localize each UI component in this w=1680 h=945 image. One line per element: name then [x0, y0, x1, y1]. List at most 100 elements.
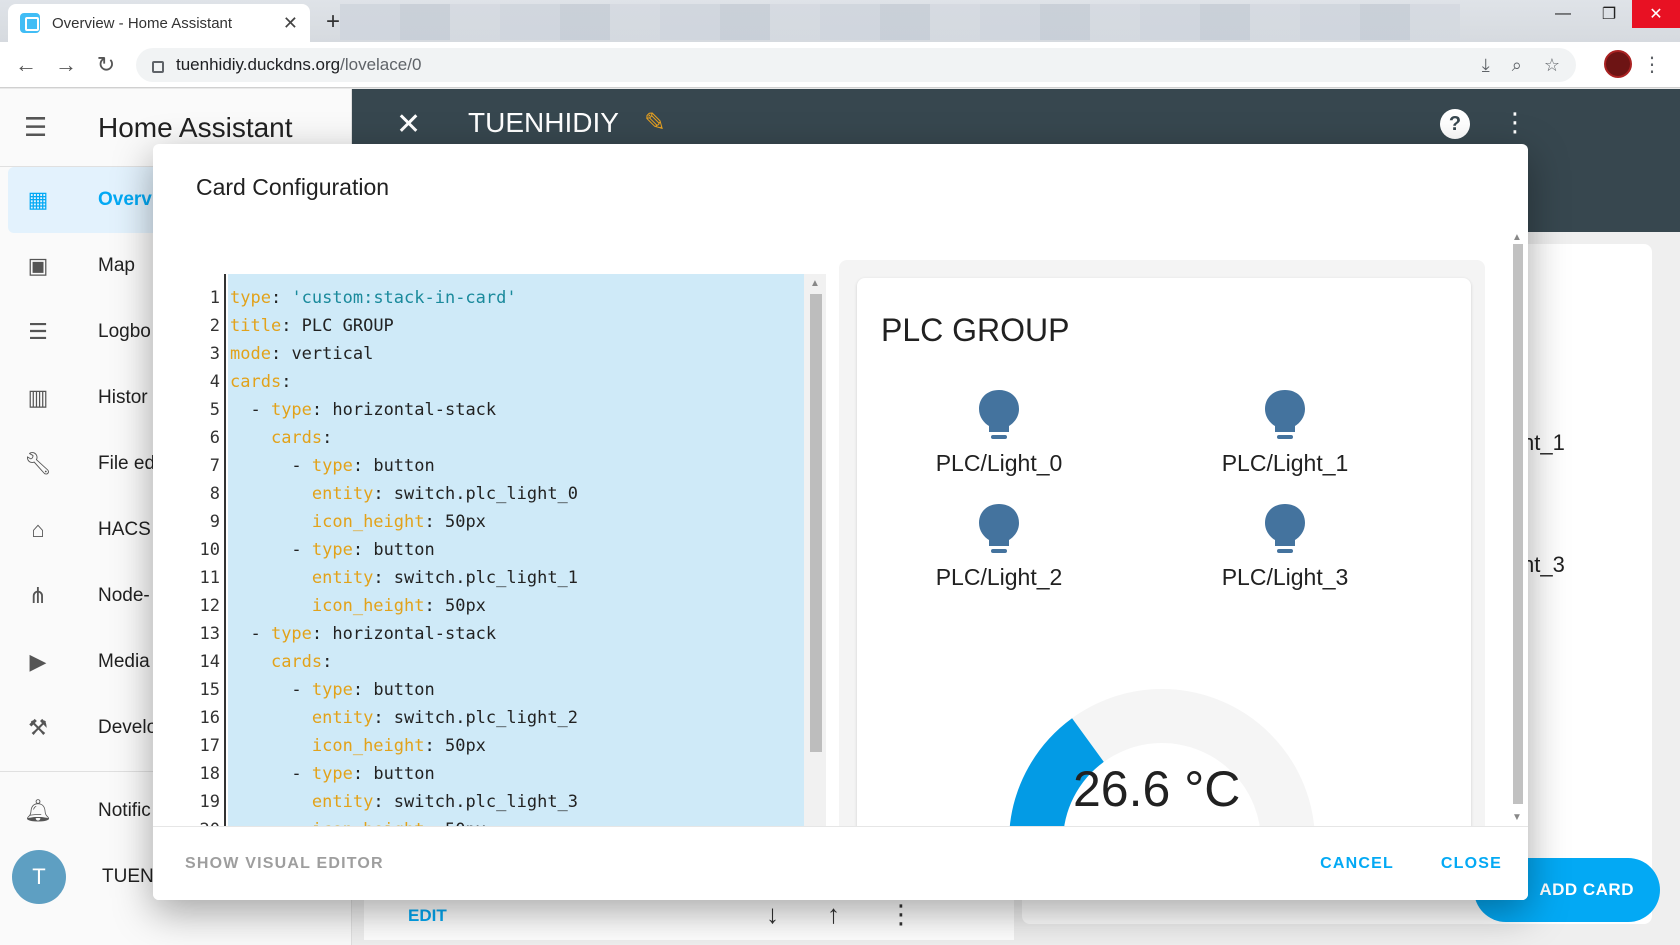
line-number: 14	[199, 652, 220, 672]
yaml-editor[interactable]: 1 type: 'custom:stack-in-card' 2 title: PLC…	[186, 274, 826, 900]
cancel-button[interactable]: CANCEL	[1320, 855, 1394, 873]
yaml-line[interactable]: entity: switch.plc_light_0	[230, 480, 578, 508]
dialog-title: Card Configuration	[196, 174, 390, 200]
yaml-colon: :	[352, 764, 364, 784]
dialog-scroll-down-icon[interactable]: ▼	[1512, 812, 1522, 823]
yaml-key: type	[270, 400, 312, 420]
yaml-indent	[230, 428, 271, 448]
lock-icon[interactable]	[152, 61, 164, 73]
light-button[interactable]: PLC/Light_0	[899, 388, 1099, 498]
yaml-value: horizontal-stack	[322, 400, 497, 420]
yaml-value: 50px	[434, 596, 486, 616]
yaml-key: icon_height	[311, 596, 425, 616]
yaml-key: cards	[230, 372, 282, 392]
light-button[interactable]: PLC/Light_3	[1185, 502, 1385, 612]
light-button[interactable]: PLC/Light_1	[1185, 388, 1385, 498]
yaml-colon: :	[373, 484, 384, 504]
yaml-indent	[230, 512, 312, 532]
window-controls: — ❐ ✕	[1540, 0, 1680, 28]
yaml-indent	[230, 652, 271, 672]
yaml-line[interactable]: - type: horizontal-stack	[230, 620, 496, 648]
line-number: 11	[199, 568, 220, 588]
yaml-line[interactable]: icon_height: 50px	[230, 508, 486, 536]
restore-icon[interactable]: ❐	[1586, 0, 1632, 28]
dialog-scroll-up-icon[interactable]: ▲	[1512, 232, 1522, 243]
show-visual-editor-button[interactable]: SHOW VISUAL EDITOR	[185, 855, 384, 873]
tab-title: Overview - Home Assistant	[52, 14, 233, 32]
yaml-colon: :	[352, 456, 364, 476]
yaml-key: entity	[311, 792, 374, 812]
yaml-value: button	[363, 456, 435, 476]
zoom-icon[interactable]: ⌕	[1512, 55, 1522, 76]
tab-close-icon[interactable]: ✕	[283, 13, 298, 34]
light-button-label: PLC/Light_1	[1221, 450, 1349, 476]
yaml-key: entity	[311, 568, 374, 588]
yaml-line[interactable]: entity: switch.plc_light_1	[230, 564, 578, 592]
yaml-key: type	[311, 540, 353, 560]
temperature-gauge: 26.6 °C	[997, 652, 1327, 852]
line-number: 4	[209, 372, 220, 392]
dialog-scroll-thumb[interactable]	[1513, 244, 1523, 804]
yaml-line[interactable]: mode: vertical	[230, 340, 373, 368]
yaml-colon: :	[373, 568, 384, 588]
editor-scrollbar[interactable]: ▲	[804, 274, 826, 900]
yaml-colon: :	[373, 708, 384, 728]
yaml-key: entity	[311, 708, 374, 728]
yaml-key: type	[311, 764, 353, 784]
yaml-colon: :	[270, 288, 282, 308]
yaml-indent: -	[230, 680, 312, 700]
yaml-key: icon_height	[311, 736, 425, 756]
lightbulb-icon	[1265, 390, 1305, 439]
yaml-line[interactable]: - type: button	[230, 676, 434, 704]
yaml-line[interactable]: icon_height: 50px	[230, 592, 486, 620]
browser-tab[interactable]: Overview - Home Assistant ✕	[8, 4, 310, 42]
yaml-line[interactable]: title: PLC GROUP	[230, 312, 394, 340]
url-input[interactable]: tuenhidiy.duckdns.org/lovelace/0	[136, 48, 1576, 82]
yaml-key: cards	[270, 428, 323, 448]
preview-title: PLC GROUP	[881, 312, 1070, 348]
yaml-colon: :	[352, 680, 364, 700]
browser-tabstrip: Overview - Home Assistant ✕ + — ❐ ✕	[0, 0, 1680, 42]
dialog-scrollbar[interactable]: ▲ ▼	[1506, 232, 1528, 900]
yaml-colon: :	[311, 624, 323, 644]
yaml-indent: -	[230, 400, 271, 420]
close-button[interactable]: CLOSE	[1441, 855, 1502, 873]
browser-menu-icon[interactable]: ⋮	[1642, 52, 1662, 77]
yaml-colon: :	[373, 792, 384, 812]
light-button[interactable]: PLC/Light_2	[899, 502, 1099, 612]
profile-avatar[interactable]	[1604, 50, 1632, 78]
yaml-key: type	[270, 624, 312, 644]
yaml-line[interactable]: cards:	[230, 648, 332, 676]
yaml-value: 50px	[434, 736, 486, 756]
line-number: 18	[199, 764, 220, 784]
minimize-icon[interactable]: —	[1540, 0, 1586, 28]
forward-icon[interactable]: →	[46, 52, 86, 78]
home-assistant-favicon-icon	[20, 13, 40, 33]
yaml-line[interactable]: - type: horizontal-stack	[230, 396, 496, 424]
line-number: 12	[199, 596, 220, 616]
yaml-value: PLC GROUP	[291, 316, 394, 336]
yaml-line[interactable]: cards:	[230, 424, 332, 452]
gauge-value: 26.6 °C	[1073, 761, 1241, 817]
yaml-line[interactable]: type: 'custom:stack-in-card'	[230, 284, 517, 312]
bookmark-star-icon[interactable]: ☆	[1544, 55, 1560, 76]
yaml-line[interactable]: icon_height: 50px	[230, 732, 486, 760]
install-icon[interactable]: ⤓	[1482, 55, 1490, 76]
yaml-line[interactable]: - type: button	[230, 760, 434, 788]
lightbulb-icon	[979, 390, 1019, 439]
gauge-svg	[1009, 689, 1315, 843]
line-number: 1	[209, 288, 220, 308]
blurred-tabs	[340, 4, 1460, 40]
back-icon[interactable]: ←	[6, 52, 46, 78]
editor-scroll-thumb[interactable]	[810, 294, 822, 752]
yaml-colon: :	[322, 652, 333, 672]
yaml-line[interactable]: entity: switch.plc_light_2	[230, 704, 578, 732]
yaml-line[interactable]: entity: switch.plc_light_3	[230, 788, 578, 816]
window-close-icon[interactable]: ✕	[1632, 0, 1680, 28]
yaml-line[interactable]: - type: button	[230, 452, 435, 480]
reload-icon[interactable]: ↻	[86, 52, 126, 78]
new-tab-button[interactable]: +	[326, 8, 340, 36]
scroll-up-icon[interactable]: ▲	[810, 278, 820, 289]
yaml-line[interactable]: cards:	[230, 368, 291, 396]
yaml-line[interactable]: - type: button	[230, 536, 434, 564]
